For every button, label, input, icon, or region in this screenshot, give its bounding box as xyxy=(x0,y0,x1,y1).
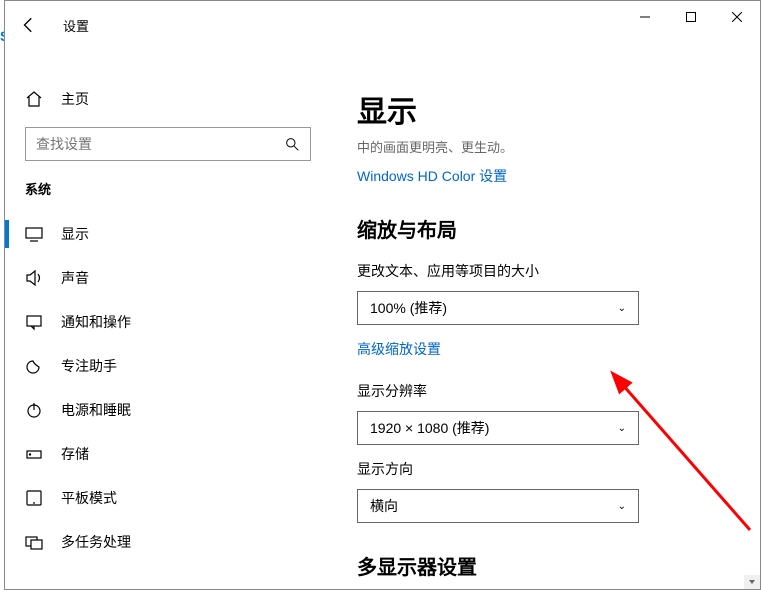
sidebar: 主页 系统 显示 声音 通知和操作 xyxy=(5,33,331,589)
sidebar-item-power[interactable]: 电源和睡眠 xyxy=(5,388,331,432)
sidebar-item-notifications[interactable]: 通知和操作 xyxy=(5,300,331,344)
cutoff-text: 中的画面更明亮、更生动。 xyxy=(357,137,724,156)
chevron-down-icon: ⌄ xyxy=(618,501,626,512)
sidebar-item-focus[interactable]: 专注助手 xyxy=(5,344,331,388)
titlebar: 设置 xyxy=(5,1,760,33)
nav-label: 声音 xyxy=(61,268,89,288)
notifications-icon xyxy=(25,313,43,331)
resolution-value: 1920 × 1080 (推荐) xyxy=(370,418,489,438)
sidebar-item-multitask[interactable]: 多任务处理 xyxy=(5,520,331,564)
multi-heading: 多显示器设置 xyxy=(357,551,724,580)
scale-heading: 缩放与布局 xyxy=(357,214,724,243)
sidebar-item-tablet[interactable]: 平板模式 xyxy=(5,476,331,520)
close-button[interactable] xyxy=(714,1,760,33)
nav-label: 通知和操作 xyxy=(61,312,131,332)
sound-icon xyxy=(25,269,43,287)
window-title: 设置 xyxy=(63,16,89,35)
chevron-down-icon: ⌄ xyxy=(618,303,626,314)
nav-label: 平板模式 xyxy=(61,488,117,508)
home-label: 主页 xyxy=(61,89,89,109)
close-icon xyxy=(732,12,742,22)
chevron-down-icon xyxy=(748,578,756,586)
orientation-value: 横向 xyxy=(370,496,398,516)
search-field[interactable] xyxy=(36,136,285,152)
scale-value: 100% (推荐) xyxy=(370,298,447,318)
hdcolor-link[interactable]: Windows HD Color 设置 xyxy=(357,166,507,186)
sidebar-item-display[interactable]: 显示 xyxy=(5,212,331,256)
home-icon xyxy=(25,90,43,108)
maximize-icon xyxy=(686,12,696,22)
scale-dropdown[interactable]: 100% (推荐) ⌄ xyxy=(357,291,639,325)
minimize-icon xyxy=(640,12,650,22)
minimize-button[interactable] xyxy=(622,1,668,33)
nav-label: 电源和睡眠 xyxy=(61,400,131,420)
scrollbar-down[interactable] xyxy=(744,575,760,589)
nav-list: 显示 声音 通知和操作 专注助手 电源和睡眠 xyxy=(5,212,331,589)
orientation-dropdown[interactable]: 横向 ⌄ xyxy=(357,489,639,523)
search-input[interactable] xyxy=(25,127,311,161)
advanced-scale-link[interactable]: 高级缩放设置 xyxy=(357,339,441,359)
power-icon xyxy=(25,401,43,419)
page-title: 显示 xyxy=(357,87,724,131)
nav-label: 多任务处理 xyxy=(61,532,131,552)
chevron-down-icon: ⌄ xyxy=(618,423,626,434)
tablet-icon xyxy=(25,489,43,507)
scale-label: 更改文本、应用等项目的大小 xyxy=(357,261,724,281)
sidebar-item-storage[interactable]: 存储 xyxy=(5,432,331,476)
nav-label: 专注助手 xyxy=(61,356,117,376)
nav-label: 存储 xyxy=(61,444,89,464)
search-icon xyxy=(285,137,300,152)
arrow-left-icon xyxy=(20,16,38,34)
home-link[interactable]: 主页 xyxy=(5,81,331,121)
orientation-label: 显示方向 xyxy=(357,459,724,479)
focus-icon xyxy=(25,357,43,375)
sidebar-item-sound[interactable]: 声音 xyxy=(5,256,331,300)
resolution-label: 显示分辨率 xyxy=(357,381,724,401)
resolution-dropdown[interactable]: 1920 × 1080 (推荐) ⌄ xyxy=(357,411,639,445)
nav-label: 显示 xyxy=(61,224,89,244)
section-label: 系统 xyxy=(5,179,331,212)
content-area: 显示 中的画面更明亮、更生动。 Windows HD Color 设置 缩放与布… xyxy=(331,33,760,589)
maximize-button[interactable] xyxy=(668,1,714,33)
back-button[interactable] xyxy=(19,15,39,35)
display-icon xyxy=(25,225,43,243)
storage-icon xyxy=(25,445,43,463)
multitask-icon xyxy=(25,533,43,551)
settings-window: 设置 主页 系统 xyxy=(4,0,761,590)
